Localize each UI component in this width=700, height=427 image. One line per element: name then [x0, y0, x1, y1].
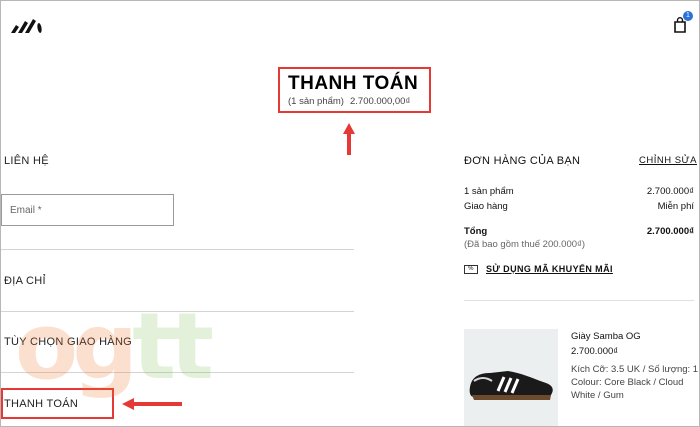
promo-code-label: SỬ DỤNG MÃ KHUYẾN MÃI	[486, 264, 613, 274]
items-row: 1 sản phẩm 2.700.000₫	[464, 186, 694, 197]
arrow-left-icon	[122, 398, 182, 410]
email-input[interactable]	[2, 195, 173, 225]
page-title: THANH TOÁN	[288, 73, 419, 94]
checkout-title-highlight: THANH TOÁN (1 sản phẩm) 2.700.000,00₫	[278, 67, 431, 113]
product-details: Kích Cỡ: 3.5 UK / Số lượng: 1 Colour: Co…	[571, 363, 699, 402]
email-field[interactable]	[1, 194, 174, 226]
product-image	[464, 329, 558, 426]
shipping-row: Giao hàng Miễn phí	[464, 201, 694, 212]
product-price: 2.700.000₫	[571, 346, 619, 357]
shipping-label: Giao hàng	[464, 201, 508, 212]
order-summary-subtitle: (1 sản phẩm) 2.700.000,00₫	[288, 96, 429, 107]
address-section[interactable]: ĐỊA CHỈ	[4, 275, 46, 287]
items-label: 1 sản phẩm	[464, 186, 514, 197]
order-total: 2.700.000,00₫	[349, 96, 411, 107]
shipping-options-section[interactable]: TÙY CHỌN GIAO HÀNG	[4, 336, 132, 348]
discount-tag-icon: %	[464, 265, 478, 275]
promo-code-link[interactable]: % SỬ DỤNG MÃ KHUYẾN MÃI	[464, 264, 613, 275]
sneaker-icon	[469, 371, 553, 400]
total-row: Tổng 2.700.000₫	[464, 226, 694, 237]
order-summary-heading: ĐƠN HÀNG CỦA BẠN	[464, 155, 581, 167]
divider	[464, 300, 694, 301]
total-label: Tổng	[464, 226, 488, 237]
product-name[interactable]: Giày Samba OG	[571, 331, 641, 342]
product-colour: Colour: Core Black / Cloud	[571, 377, 684, 388]
item-count: (1 sản phẩm)	[288, 96, 344, 107]
total-value: 2.700.000₫	[646, 226, 694, 237]
divider	[1, 372, 354, 373]
product-colour-continued: White / Gum	[571, 390, 624, 401]
contact-heading: LIÊN HỆ	[4, 155, 49, 167]
shipping-value: Miễn phí	[657, 201, 694, 212]
adidas-logo[interactable]	[10, 18, 44, 34]
product-size: Kích Cỡ: 3.5 UK / Số lượng: 1	[571, 364, 699, 375]
divider	[1, 249, 354, 250]
checkout-page: 1 THANH TOÁN (1 sản phẩm) 2.700.000,00₫ L…	[0, 0, 700, 427]
cart-count-badge: 1	[683, 11, 693, 21]
edit-order-link[interactable]: CHỈNH SỬA	[639, 155, 697, 166]
tax-note: (Đã bao gồm thuế 200.000₫)	[464, 239, 586, 250]
arrow-up-icon	[343, 123, 355, 155]
items-value: 2.700.000₫	[646, 186, 694, 197]
payment-section[interactable]: THANH TOÁN	[4, 398, 78, 410]
divider	[1, 311, 354, 312]
